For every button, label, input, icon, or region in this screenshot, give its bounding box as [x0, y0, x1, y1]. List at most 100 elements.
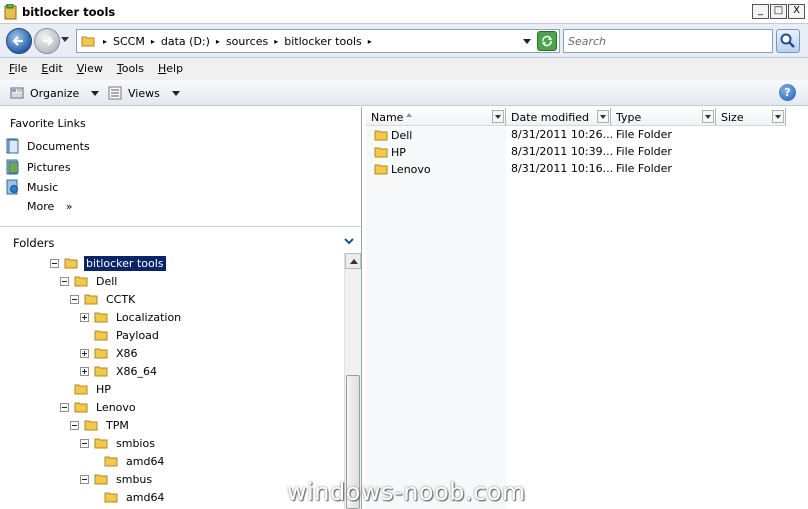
- column-filter-dropdown[interactable]: [597, 110, 609, 123]
- column-filter-dropdown[interactable]: [702, 110, 714, 123]
- tree-node[interactable]: X86_64: [80, 362, 159, 380]
- back-button[interactable]: [6, 28, 32, 54]
- column-header-date[interactable]: Date modified: [506, 108, 611, 126]
- chevron-right-icon[interactable]: ▸: [272, 35, 280, 48]
- menu-tools[interactable]: Tools: [112, 58, 149, 80]
- menu-file[interactable]: File: [4, 58, 32, 80]
- tree-node[interactable]: Lenovo: [60, 398, 138, 416]
- tree-node[interactable]: HP: [60, 380, 113, 398]
- expand-icon[interactable]: [80, 366, 89, 376]
- menu-help[interactable]: Help: [153, 58, 188, 80]
- collapse-icon[interactable]: [60, 402, 69, 412]
- tree-node[interactable]: smbios: [80, 434, 157, 452]
- address-box[interactable]: ▸ SCCM ▸ data (D:) ▸ sources ▸ bitlocker…: [76, 29, 560, 53]
- tree-node[interactable]: X86: [80, 344, 140, 362]
- tree-node[interactable]: CCTK: [70, 290, 137, 308]
- favorite-links-panel: Favorite Links Documents Pictures Music …: [0, 107, 361, 227]
- chevron-right-icon[interactable]: ▸: [149, 35, 157, 48]
- expand-icon[interactable]: [80, 312, 89, 322]
- search-button[interactable]: [776, 29, 800, 53]
- list-item[interactable]: HP 8/31/2011 10:39... File Folder: [366, 143, 806, 160]
- folder-icon: [74, 384, 88, 395]
- tree-node-label: TPM: [106, 418, 129, 432]
- folders-title: Folders: [13, 236, 55, 250]
- file-type: File Folder: [616, 128, 672, 141]
- file-list-pane: Name Date modified Type Size Dell 8/31/20…: [366, 107, 808, 509]
- fav-more-link[interactable]: More »: [27, 200, 73, 213]
- collapse-icon[interactable]: [60, 276, 69, 286]
- menu-view[interactable]: View: [72, 58, 108, 80]
- chevron-down-icon: [171, 90, 180, 96]
- tree-node[interactable]: Payload: [80, 326, 161, 344]
- tree-node-label: X86: [116, 346, 138, 360]
- tree-node[interactable]: amd64: [90, 488, 166, 506]
- fav-documents[interactable]: Documents: [6, 138, 90, 154]
- organize-button[interactable]: Organize: [10, 84, 100, 102]
- address-bar: ▸ SCCM ▸ data (D:) ▸ sources ▸ bitlocker…: [0, 24, 808, 58]
- title-bar: bitlocker tools _ □ X: [0, 0, 808, 24]
- tree-node-label: Payload: [116, 328, 159, 342]
- help-icon[interactable]: ?: [779, 84, 796, 101]
- tree-node[interactable]: TPM: [70, 416, 131, 434]
- crumb-bitlocker-tools[interactable]: bitlocker tools: [280, 35, 366, 48]
- crumb-sources[interactable]: sources: [222, 35, 272, 48]
- folders-header[interactable]: Folders: [0, 231, 361, 253]
- column-filter-dropdown[interactable]: [492, 110, 504, 123]
- address-dropdown-icon[interactable]: [523, 39, 531, 44]
- chevron-down-icon: [344, 238, 354, 245]
- folder-icon: [374, 147, 388, 158]
- maximize-button[interactable]: □: [770, 4, 787, 19]
- tree-node[interactable]: Dell: [60, 272, 119, 290]
- chevron-right-icon[interactable]: ▸: [101, 35, 109, 48]
- tree-node-label: CCTK: [106, 292, 136, 306]
- close-button[interactable]: X: [788, 4, 805, 19]
- list-item[interactable]: Dell 8/31/2011 10:26... File Folder: [366, 126, 806, 143]
- column-header-name[interactable]: Name: [366, 108, 506, 126]
- organize-label: Organize: [30, 86, 80, 100]
- folder-icon: [374, 130, 388, 141]
- tree-scrollbar[interactable]: [344, 253, 361, 509]
- fav-pictures[interactable]: Pictures: [6, 159, 71, 175]
- file-date: 8/31/2011 10:26...: [511, 128, 614, 141]
- tree-node-label: smbios: [116, 436, 155, 450]
- tree-node-label: X86_64: [116, 364, 158, 378]
- file-name: Lenovo: [391, 162, 431, 176]
- column-header-type[interactable]: Type: [611, 108, 716, 126]
- search-input[interactable]: Search: [563, 29, 773, 53]
- scroll-up-button[interactable]: [345, 253, 361, 269]
- fav-music[interactable]: Music: [6, 179, 58, 195]
- tree-node[interactable]: smbus: [80, 470, 154, 488]
- forward-button[interactable]: [34, 28, 60, 54]
- file-name: Dell: [391, 128, 413, 142]
- collapse-icon[interactable]: [50, 258, 59, 268]
- tree-node[interactable]: amd64: [90, 452, 166, 470]
- column-header-size[interactable]: Size: [716, 108, 786, 126]
- history-dropdown-icon[interactable]: [61, 37, 69, 42]
- chevron-right-icon[interactable]: ▸: [366, 35, 374, 48]
- tree-node[interactable]: bitlocker tools: [50, 254, 166, 272]
- pictures-icon: [6, 159, 19, 175]
- crumb-data[interactable]: data (D:): [157, 35, 214, 48]
- crumb-sccm[interactable]: SCCM: [109, 35, 149, 48]
- menu-bar: File Edit View Tools Help: [0, 58, 808, 80]
- list-item[interactable]: Lenovo 8/31/2011 10:16... File Folder: [366, 160, 806, 177]
- refresh-button[interactable]: [537, 31, 557, 51]
- collapse-icon[interactable]: [70, 294, 79, 304]
- folder-icon: [94, 438, 108, 449]
- tree-node-label: Localization: [116, 310, 182, 324]
- collapse-icon[interactable]: [80, 474, 89, 484]
- minimize-button[interactable]: _: [752, 4, 769, 19]
- collapse-icon[interactable]: [70, 420, 79, 430]
- collapse-icon[interactable]: [80, 438, 89, 448]
- tree-node[interactable]: Localization: [80, 308, 183, 326]
- file-type: File Folder: [616, 145, 672, 158]
- expand-icon[interactable]: [80, 348, 89, 358]
- menu-edit[interactable]: Edit: [36, 58, 67, 80]
- views-button[interactable]: Views: [108, 84, 180, 102]
- chevron-right-icon[interactable]: ▸: [214, 35, 222, 48]
- sorted-column-highlight: [366, 127, 506, 509]
- views-icon: [108, 86, 122, 100]
- column-filter-dropdown[interactable]: [772, 110, 784, 123]
- folder-icon: [81, 36, 95, 47]
- file-date: 8/31/2011 10:39...: [511, 145, 614, 158]
